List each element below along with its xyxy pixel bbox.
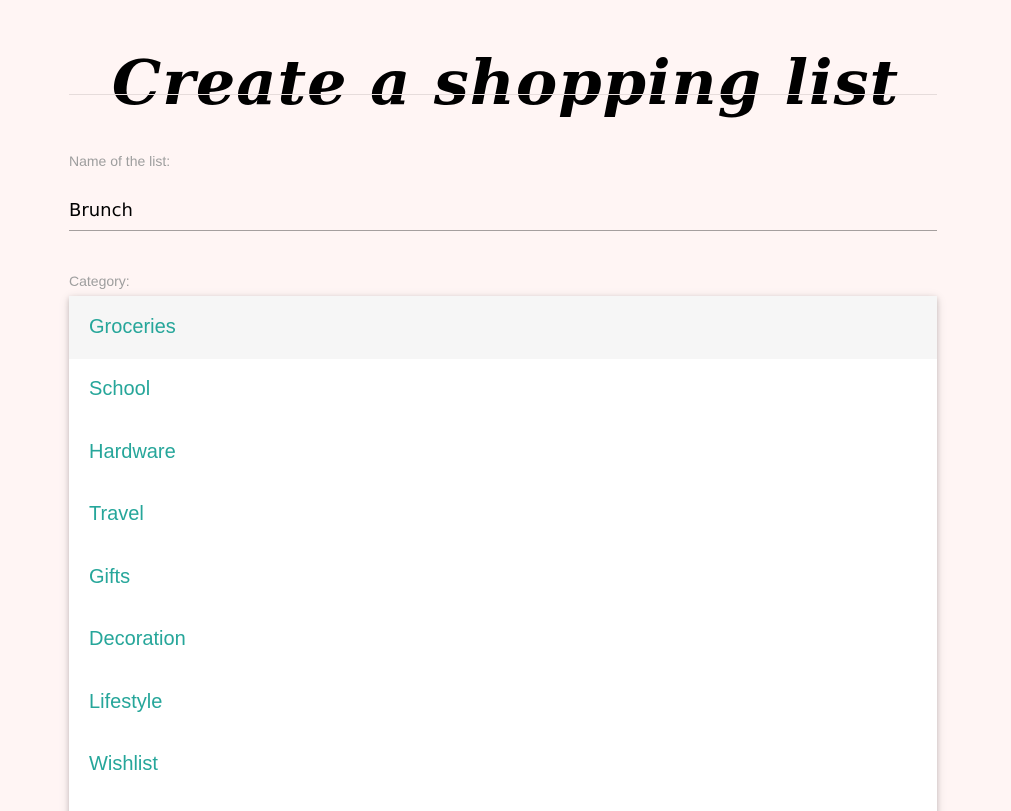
page-title: Create a shopping list [111,45,900,119]
category-option-school[interactable]: School [69,359,937,422]
category-dropdown[interactable]: Groceries School Hardware Travel Gifts D… [69,296,937,811]
shopping-list-form-page: Create a shopping list Name of the list:… [0,0,1011,811]
category-option-hardware[interactable]: Hardware [69,421,937,484]
category-label: Category: [69,273,130,289]
title-divider [69,94,937,95]
list-name-input[interactable] [69,191,937,231]
category-option-groceries[interactable]: Groceries [69,296,937,359]
category-option-travel[interactable]: Travel [69,484,937,547]
category-option-wishlist[interactable]: Wishlist [69,734,937,797]
category-option-gifts[interactable]: Gifts [69,546,937,609]
list-name-label: Name of the list: [69,153,171,169]
category-option-decoration[interactable]: Decoration [69,609,937,672]
category-option-lifestyle[interactable]: Lifestyle [69,671,937,734]
